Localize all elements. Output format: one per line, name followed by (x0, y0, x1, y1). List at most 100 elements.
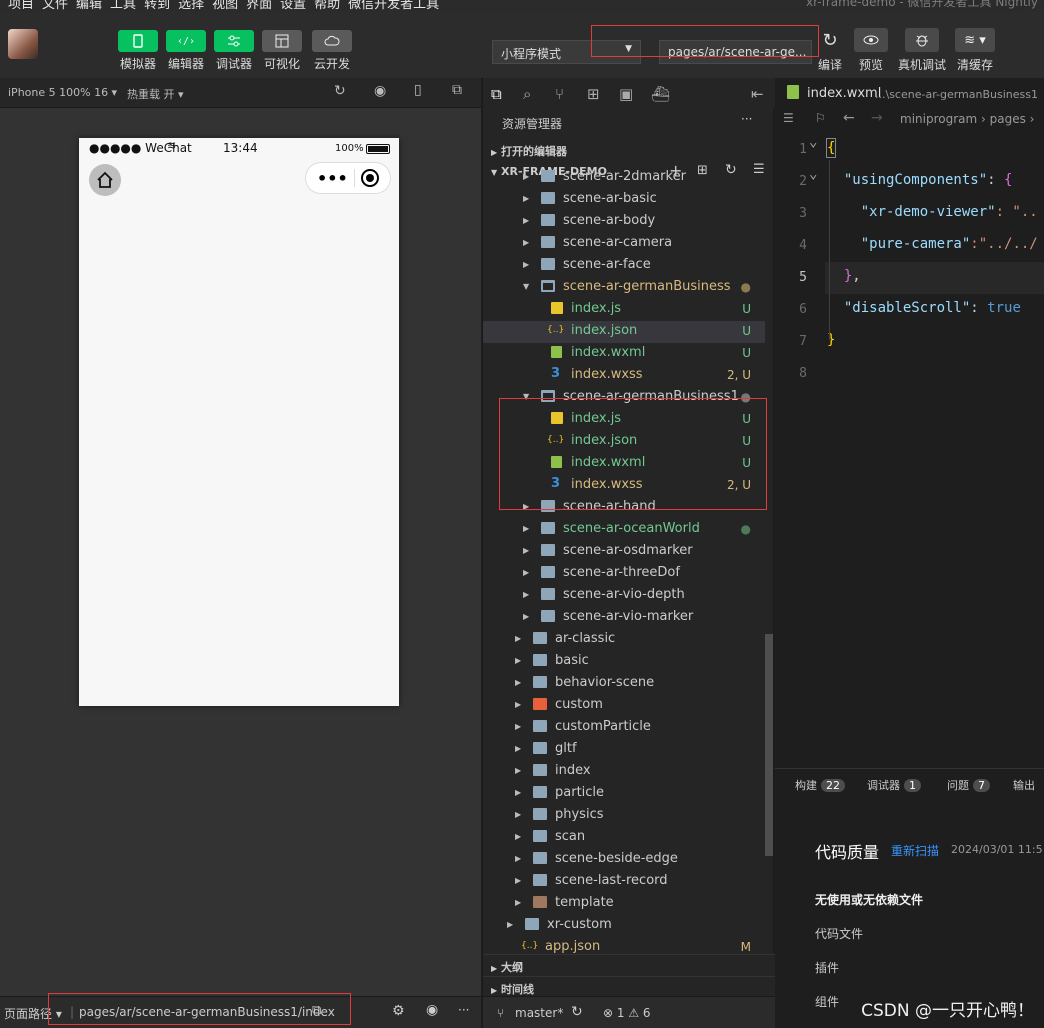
menu-item[interactable]: 工具 (110, 0, 136, 12)
menu-item[interactable]: 选择 (178, 0, 204, 12)
tree-folder[interactable]: ▶ scene-ar-face (483, 255, 765, 277)
collapse-icon[interactable]: ⇤ (751, 85, 764, 103)
home-button[interactable] (89, 164, 121, 196)
tree-folder[interactable]: ▶ physics (483, 805, 765, 827)
device-icon[interactable]: ▯ (414, 82, 422, 98)
list-icon[interactable]: ☰ (783, 111, 794, 125)
tree-folder[interactable]: ▶ scene-ar-osdmarker (483, 541, 765, 563)
tree-file[interactable]: 3 index.wxss 2, U (483, 475, 765, 497)
menu-items[interactable]: 项目 文件 编辑 工具 转到 选择 视图 界面 设置 帮助 微信开发者工具 (8, 0, 447, 12)
tree-folder[interactable]: ▶ scene-ar-threeDof (483, 563, 765, 585)
menu-item[interactable]: 文件 (42, 0, 68, 12)
mode-select[interactable]: 小程序模式 ▼ (492, 40, 641, 64)
tree-folder[interactable]: ▼ scene-ar-germanBusiness1 ● (483, 387, 765, 409)
device-select[interactable]: iPhone 5 100% 16 ▾ (8, 86, 117, 99)
tree-folder[interactable]: ▶ basic (483, 651, 765, 673)
menu-item[interactable]: 帮助 (314, 0, 340, 12)
menu-item[interactable]: 项目 (8, 0, 34, 12)
panel-tab[interactable]: 问题 7 (947, 777, 990, 793)
capsule-menu[interactable]: ••• (305, 162, 391, 194)
panel-tab[interactable]: 调试器 1 (867, 777, 921, 793)
tree-file[interactable]: index.js U (483, 299, 765, 321)
panel-tab[interactable]: 输出 (1013, 777, 1035, 793)
tree-file[interactable]: {..} index.json U (483, 321, 765, 343)
menu-item[interactable]: 界面 (246, 0, 272, 12)
tree-folder[interactable]: ▶ template (483, 893, 765, 915)
save-icon[interactable]: ▣ (619, 85, 633, 103)
bookmark-icon[interactable]: ⚐ (815, 111, 826, 125)
record-icon[interactable]: ◉ (374, 83, 386, 99)
forward-icon[interactable]: → (871, 110, 883, 126)
eye-icon[interactable]: ◉ (426, 1002, 438, 1018)
tree-folder[interactable]: ▶ scene-ar-hand (483, 497, 765, 519)
tree-folder[interactable]: ▶ scene-ar-2dmarker (483, 170, 765, 189)
more-icon[interactable]: ··· (458, 1003, 469, 1017)
menu-item[interactable]: 转到 (144, 0, 170, 12)
tree-folder[interactable]: ▶ scene-ar-body (483, 211, 765, 233)
timeline-header[interactable]: ▶ 时间线 (483, 976, 775, 998)
preview-button[interactable]: 预览 (853, 28, 889, 76)
more-dots-icon[interactable]: ••• (317, 169, 348, 188)
code-editor[interactable]: 1{2 "usingComponents": {3 "xr-demo-viewe… (775, 132, 1044, 768)
menu-item[interactable]: 设置 (280, 0, 306, 12)
tree-folder[interactable]: ▶ index (483, 761, 765, 783)
rotate-icon[interactable]: ↻ (334, 83, 346, 99)
compile-button[interactable]: ↻ 编译 (813, 28, 847, 76)
source-control-icon[interactable]: ⑂ (555, 85, 564, 103)
files-icon[interactable]: ⧉ (491, 85, 502, 103)
sync-icon[interactable]: ↻ (571, 1004, 583, 1020)
tree-folder[interactable]: ▶ scene-ar-basic (483, 189, 765, 211)
tree-folder[interactable]: ▶ scene-ar-vio-marker (483, 607, 765, 629)
explorer-scrollbar[interactable] (765, 634, 773, 856)
detach-icon[interactable]: ⧉ (452, 82, 462, 98)
code-files-item[interactable]: 代码文件 (815, 925, 863, 942)
components-item[interactable]: 组件 (815, 993, 839, 1010)
tree-folder[interactable]: ▶ scene-ar-oceanWorld ● (483, 519, 765, 541)
tree-file[interactable]: 3 index.wxss 2, U (483, 365, 765, 387)
tree-folder[interactable]: ▶ scene-beside-edge (483, 849, 765, 871)
explorer-more-icon[interactable]: ··· (741, 112, 752, 126)
close-circle-icon[interactable] (360, 169, 379, 187)
fold-icon[interactable]: ⌄ (809, 166, 817, 182)
tree-folder[interactable]: ▶ scene-ar-camera (483, 233, 765, 255)
page-path-label[interactable]: 页面路径 ▾ (4, 1005, 62, 1022)
tree-folder[interactable]: ▶ behavior-scene (483, 673, 765, 695)
avatar[interactable] (8, 29, 38, 59)
debugger-button[interactable]: 调试器 (211, 30, 257, 80)
page-select[interactable]: pages/ar/scene-ar-ge... (659, 40, 812, 64)
tree-file[interactable]: index.js U (483, 409, 765, 431)
problems-count[interactable]: ⊗ 1 ⚠ 6 (603, 1006, 651, 1020)
back-icon[interactable]: ← (843, 110, 855, 126)
search-icon[interactable]: ⌕ (523, 85, 531, 103)
tree-folder[interactable]: ▼ scene-ar-germanBusiness ● (483, 277, 765, 299)
panel-tab[interactable]: 构建 22 (795, 777, 845, 793)
breadcrumb-path[interactable]: miniprogram › pages › (900, 112, 1034, 126)
extensions-icon[interactable]: ⊞ (587, 85, 600, 103)
clear-cache-button[interactable]: ≋ ▾ 清缓存 (954, 28, 996, 76)
phone-screen[interactable]: ●●●●● WeChat ≋ 13:44 100% ••• (79, 138, 399, 706)
fold-icon[interactable]: ⌄ (809, 134, 817, 150)
hot-reload-toggle[interactable]: 热重载 开 ▾ (127, 86, 184, 102)
rescan-link[interactable]: 重新扫描 (891, 842, 939, 859)
menu-item[interactable]: 视图 (212, 0, 238, 12)
tree-folder[interactable]: ▶ gltf (483, 739, 765, 761)
editor-tab[interactable]: index.wxml ...\scene-ar-germanBusiness1 (775, 78, 1044, 108)
real-device-debug-button[interactable]: 真机调试 (896, 28, 948, 76)
menu-item[interactable]: 微信开发者工具 (348, 0, 439, 12)
tree-folder[interactable]: ▶ particle (483, 783, 765, 805)
outline-header[interactable]: ▶ 大纲 (483, 954, 775, 976)
branch-name[interactable]: master* (515, 1006, 563, 1020)
visual-button[interactable]: 可视化 (259, 30, 305, 80)
tree-folder[interactable]: ▶ custom (483, 695, 765, 717)
tree-folder[interactable]: ▶ ar-classic (483, 629, 765, 651)
copy-icon[interactable]: ⧉ (312, 1003, 321, 1018)
plugins-item[interactable]: 插件 (815, 959, 839, 976)
tree-file[interactable]: index.wxml U (483, 453, 765, 475)
editor-button[interactable]: ‹/› 编辑器 (163, 30, 209, 80)
tree-folder[interactable]: ▶ xr-custom (483, 915, 765, 937)
cloud-button[interactable]: 云开发 (309, 30, 355, 80)
docker-icon[interactable]: ⛴ (651, 85, 670, 103)
tree-folder[interactable]: ▶ scene-ar-vio-depth (483, 585, 765, 607)
tree-file[interactable]: {..} index.json U (483, 431, 765, 453)
open-editors-header[interactable]: ▶ 打开的编辑器 (483, 139, 775, 161)
